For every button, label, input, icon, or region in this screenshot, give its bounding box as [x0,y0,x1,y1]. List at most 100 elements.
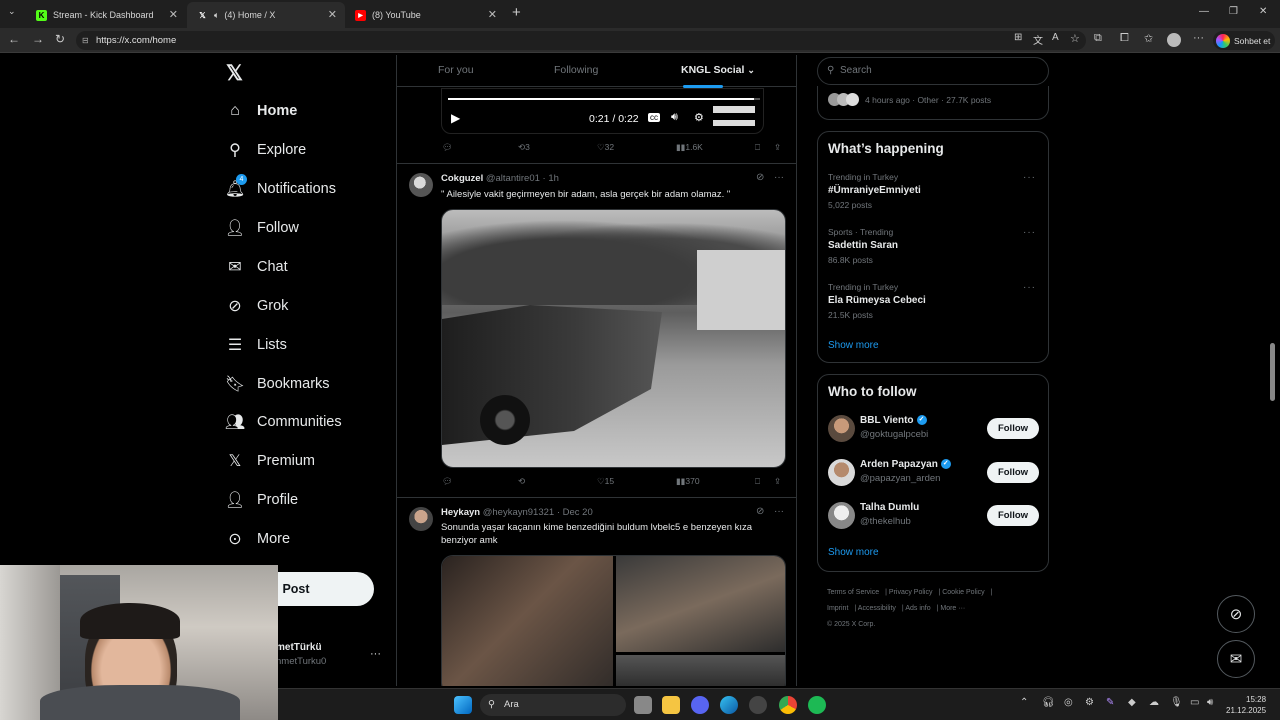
settings-gear-icon[interactable]: ⚙ [694,111,704,124]
split-screen-icon[interactable]: ⧠ [1120,32,1129,45]
translate-icon[interactable]: 文 [1033,32,1043,47]
refresh-icon[interactable]: ↻ [55,32,65,46]
more-options-icon[interactable]: ··· [1023,227,1036,238]
nav-explore[interactable]: ⚲ Explore [220,135,306,165]
footer-link[interactable]: More ··· [940,605,965,612]
tab-kick[interactable]: K Stream - Kick Dashboard ✕ [26,2,186,28]
tab-kngl-social[interactable]: KNGL Social ⌄ [681,64,755,76]
account-handle[interactable]: nmetTurku0 [276,656,326,667]
close-icon[interactable]: ✕ [328,8,337,21]
tray-app-icon[interactable]: ◎ [1064,697,1073,708]
nav-grok[interactable]: ⊘ Grok [220,291,288,321]
tray-app-icon[interactable]: ✎ [1106,697,1114,708]
minimize-icon[interactable]: — [1199,6,1209,17]
play-icon[interactable]: ▶ [451,111,460,125]
bookmark-icon[interactable]: ⎕ [755,142,760,153]
page-scrollbar[interactable] [1269,55,1277,685]
profile-avatar-icon[interactable] [1167,33,1181,47]
share-icon[interactable]: ⇪ [774,142,781,153]
show-more-link[interactable]: Show more [828,547,879,558]
network-icon[interactable]: ☁ [1149,697,1159,708]
nav-profile[interactable]: 👤︎ Profile [220,485,298,515]
close-icon[interactable]: ✕ [488,8,497,21]
display-icon[interactable]: ▭ [1190,697,1199,708]
post-image-grid[interactable] [441,555,786,686]
headset-icon[interactable]: 🎧︎ [1042,697,1055,708]
post-image[interactable] [616,556,785,652]
system-clock[interactable]: 15:28 21.12.2025 [1226,694,1266,716]
like-button[interactable]: ♡ 32 [597,142,614,153]
nav-follow[interactable]: 👤︎ Follow [220,213,299,243]
extensions-icon[interactable]: ⧉ [1094,32,1102,45]
x-logo-icon[interactable]: 𝕏 [226,61,243,86]
tab-youtube[interactable]: ▶ (8) YouTube ✕ [345,2,505,28]
post-image[interactable] [441,209,786,468]
post-time[interactable]: 1h [548,173,559,184]
share-icon[interactable]: ⇪ [774,476,781,487]
tray-app-icon[interactable]: ◆ [1128,697,1136,708]
more-options-icon[interactable]: ··· [1023,172,1036,183]
account-menu-icon[interactable]: ··· [370,648,381,660]
reply-icon[interactable]: 💬︎ [442,142,453,153]
tab-list-icon[interactable]: ⌄ [8,6,16,17]
chevron-up-icon[interactable]: ⌃ [1020,697,1028,708]
repost-icon[interactable]: ⟲ [518,476,525,487]
copilot-button[interactable]: Sohbet et [1213,31,1275,50]
nav-more[interactable]: ⊙ More [220,524,290,554]
back-icon[interactable]: ← [8,32,20,46]
video-progress-track[interactable] [448,98,760,100]
tab-x-home[interactable]: 𝕏 🔈︎ (4) Home / X ✕ [187,2,345,28]
footer-link[interactable]: Imprint [827,605,848,612]
avatar[interactable] [828,502,855,529]
favorites-icon[interactable]: ✩ [1144,32,1153,45]
edge-icon[interactable] [720,696,738,714]
author-name[interactable]: Heykayn [441,507,480,518]
scrollbar-thumb[interactable] [1270,343,1275,401]
taskbar-search[interactable]: ⚲ Ara [480,694,626,716]
windows-start-icon[interactable] [454,696,472,714]
footer-link[interactable]: Accessibility [858,605,896,612]
post-image[interactable] [442,556,613,686]
tab-for-you[interactable]: For you [438,64,474,76]
reply-icon[interactable]: 💬︎ [442,476,453,487]
volume-icon[interactable]: 🔊︎ [671,111,678,124]
search-input[interactable]: ⚲ Search [817,57,1049,85]
window-close-icon[interactable]: ✕ [1259,6,1267,17]
spotify-icon[interactable] [808,696,826,714]
close-icon[interactable]: ✕ [169,8,178,21]
captions-icon[interactable]: cc [648,113,660,122]
like-button[interactable]: ♡ 15 [597,476,614,487]
avatar[interactable] [828,415,855,442]
file-explorer-icon[interactable] [662,696,680,714]
views-button[interactable]: ▮▮ 370 [676,476,700,487]
repost-button[interactable]: ⟲ 3 [518,142,530,153]
author-handle[interactable]: @heykayn91321 [483,507,554,518]
nav-chat[interactable]: ✉ Chat [220,252,287,282]
show-more-link[interactable]: Show more [828,340,879,351]
follow-button[interactable]: Follow [987,505,1039,526]
read-aloud-icon[interactable]: A [1052,32,1059,43]
nav-lists[interactable]: ☰ Lists [220,330,287,360]
footer-link[interactable]: Ads info [905,605,930,612]
more-options-icon[interactable]: ··· [1023,282,1036,293]
app-available-icon[interactable]: ⊞ [1014,32,1022,43]
menu-dots-icon[interactable]: ··· [1193,32,1204,44]
follow-button[interactable]: Follow [987,462,1039,483]
video-player[interactable]: ▶ 0:21 / 0:22 cc 🔊︎ ⚙ [441,88,764,134]
site-info-icon[interactable]: ⊟ [82,31,89,50]
grok-icon[interactable]: ⊘ [756,172,764,183]
account-name[interactable]: metTürkü [276,642,322,653]
messages-fab-button[interactable]: ✉ [1217,640,1255,678]
favorite-star-icon[interactable]: ☆ [1070,32,1080,45]
nav-notifications[interactable]: 🔔︎ 4 Notifications [220,174,336,204]
app-icon[interactable] [749,696,767,714]
forward-icon[interactable]: → [32,32,44,46]
new-tab-icon[interactable]: + [512,4,521,21]
avatar[interactable] [828,459,855,486]
nav-premium[interactable]: 𝕏 Premium [220,446,315,476]
footer-link[interactable]: Privacy Policy [889,589,933,596]
avatar[interactable] [409,173,433,197]
discord-icon[interactable] [691,696,709,714]
tab-following[interactable]: Following [554,64,598,76]
microphone-icon[interactable]: 🎙︎ [1170,697,1183,708]
